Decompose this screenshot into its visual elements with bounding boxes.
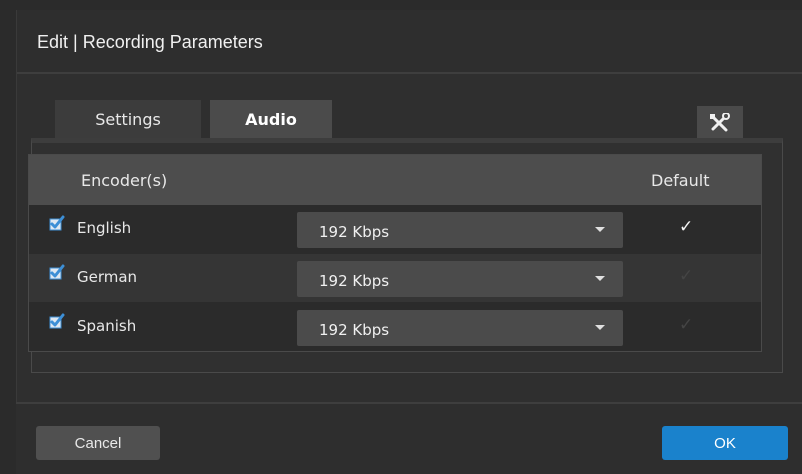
encoder-language: German: [77, 268, 138, 286]
default-check-icon[interactable]: ✓: [679, 217, 693, 237]
default-check-icon[interactable]: ✓: [679, 266, 693, 286]
bitrate-select[interactable]: 192 Kbps: [297, 310, 623, 346]
table-row: English 192 Kbps ✓: [29, 205, 761, 253]
bitrate-select[interactable]: 192 Kbps: [297, 212, 623, 248]
table-header: Encoder(s) Default: [29, 155, 761, 205]
bitrate-select[interactable]: 192 Kbps: [297, 261, 623, 297]
table-row: German 192 Kbps ✓: [29, 254, 761, 302]
bitrate-value: 192 Kbps: [319, 321, 390, 339]
default-check-icon[interactable]: ✓: [679, 315, 693, 335]
checkbox-checked-icon[interactable]: [49, 215, 65, 231]
ok-button[interactable]: OK: [662, 426, 788, 460]
wrench-screwdriver-icon: [710, 113, 730, 132]
cancel-button[interactable]: Cancel: [36, 426, 160, 460]
table-row: Spanish 192 Kbps ✓: [29, 303, 761, 351]
encoders-table: Encoder(s) Default English 192 Kbps ✓ Ge…: [28, 154, 762, 352]
chevron-down-icon: [595, 325, 605, 330]
encoder-language: English: [77, 219, 132, 237]
chevron-down-icon: [595, 227, 605, 232]
checkbox-checked-icon[interactable]: [49, 264, 65, 280]
default-column-header: Default: [651, 171, 710, 190]
bitrate-value: 192 Kbps: [319, 223, 390, 241]
dialog-header: Edit | Recording Parameters: [17, 10, 802, 74]
encoder-language: Spanish: [77, 317, 137, 335]
dialog-title: Edit | Recording Parameters: [37, 32, 263, 52]
tab-settings[interactable]: Settings: [55, 100, 201, 138]
checkbox-checked-icon[interactable]: [49, 313, 65, 329]
encoders-column-header: Encoder(s): [81, 171, 168, 190]
background-edge: [0, 118, 14, 132]
tab-audio[interactable]: Audio: [210, 100, 332, 138]
bitrate-value: 192 Kbps: [319, 272, 390, 290]
chevron-down-icon: [595, 276, 605, 281]
tools-button[interactable]: [697, 106, 743, 140]
dialog-footer: Cancel OK: [16, 402, 802, 474]
